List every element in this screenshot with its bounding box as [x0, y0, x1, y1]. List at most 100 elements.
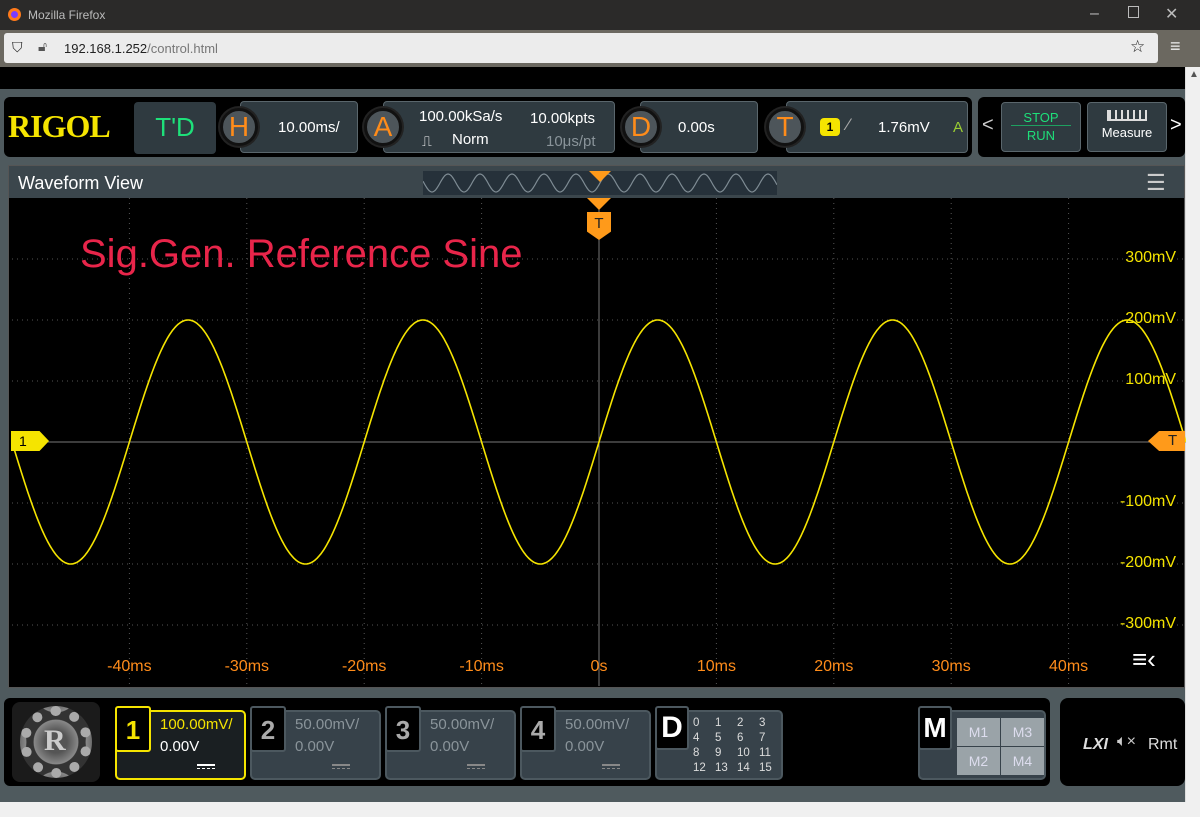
minimize-button[interactable]: –	[1090, 5, 1099, 23]
x-tick-label: -10ms	[459, 658, 504, 675]
trigger-position-marker[interactable]: T	[587, 198, 611, 248]
sample-rate: 100.00kSa/s	[419, 108, 503, 125]
digital-bit: 11	[759, 747, 771, 759]
x-tick-label: -20ms	[341, 658, 387, 675]
speaker-muted-icon[interactable]: 🔈︎×	[1117, 733, 1136, 751]
rigol-home-gear-icon[interactable]: R	[12, 702, 100, 782]
digital-bit: 9	[715, 747, 722, 759]
delay-value: 0.00s	[678, 119, 715, 136]
acq-mode: Norm	[452, 131, 489, 148]
y-tick-label: 200mV	[1125, 310, 1176, 327]
math-item-m3[interactable]: M3	[1001, 718, 1044, 746]
measure-label: Measure	[1101, 125, 1153, 140]
vertical-scrollbar[interactable]: ▲	[1185, 67, 1200, 802]
trigger-panel[interactable]	[786, 101, 968, 153]
channel-3-number: 3	[385, 706, 421, 752]
waveform-menu-icon[interactable]: ☰	[1146, 170, 1166, 196]
time-per-point: 10μs/pt	[546, 133, 596, 150]
channel-4-scale: 50.00mV/	[565, 716, 630, 733]
y-tick-label: 100mV	[1125, 371, 1176, 388]
digital-bit: 4	[693, 732, 700, 744]
digital-bits: 0 1 2 3 4 5 6 7 8 9 10 11 12 13 14 15	[693, 716, 781, 776]
digital-bit: 13	[715, 762, 728, 774]
trigger-source-badge: 1	[820, 118, 840, 136]
stop-label: STOP	[1011, 110, 1071, 126]
digital-bit: 1	[715, 717, 722, 729]
annotation-text: Sig.Gen. Reference Sine	[80, 232, 523, 276]
horizontal-scrollbar[interactable]	[0, 802, 1200, 817]
channel-2-scale: 50.00mV/	[295, 716, 360, 733]
x-tick-label: 30ms	[931, 658, 971, 675]
x-tick-label: 20ms	[814, 658, 854, 675]
memory-overview-bar[interactable]	[423, 171, 777, 195]
h-button[interactable]: H	[220, 108, 258, 146]
digital-bit: 8	[693, 747, 700, 759]
y-tick-label: -300mV	[1119, 615, 1176, 632]
digital-bit: 3	[759, 717, 766, 729]
channel-3-scale: 50.00mV/	[430, 716, 495, 733]
digital-bit: 10	[737, 747, 750, 759]
channel-1-offset: 0.00V	[160, 738, 200, 755]
run-stop-button[interactable]: STOP RUN	[1001, 102, 1081, 152]
maximize-button[interactable]	[1128, 6, 1139, 18]
y-tick-label: -100mV	[1119, 493, 1176, 510]
math-item-m2[interactable]: M2	[957, 747, 1000, 775]
math-item-m1[interactable]: M1	[957, 718, 1000, 746]
y-tick-label: -200mV	[1119, 554, 1176, 571]
timebase-value: 10.00ms/	[278, 119, 340, 136]
math-label: M	[918, 706, 952, 750]
scroll-left-button[interactable]: <	[982, 114, 994, 137]
x-tick-label: 0s	[590, 658, 608, 675]
memory-depth: 10.00kpts	[530, 110, 596, 127]
digital-bit: 14	[737, 762, 750, 774]
digital-label: D	[655, 706, 689, 750]
scroll-right-button[interactable]: >	[1170, 114, 1182, 137]
channel-4-offset: 0.00V	[565, 738, 605, 755]
y-tick-label: 300mV	[1125, 249, 1176, 266]
dc-coupling-icon	[467, 764, 485, 769]
rigol-logo: RIGOL	[8, 108, 111, 144]
t-button[interactable]: T	[766, 108, 804, 146]
trigger-level: 1.76mV	[878, 119, 930, 136]
dc-coupling-icon	[332, 764, 350, 769]
menu-icon[interactable]: ≡	[1170, 36, 1181, 57]
shield-icon: ⛉	[12, 39, 23, 55]
close-button[interactable]: ✕	[1165, 4, 1178, 24]
digital-bit: 7	[759, 732, 766, 744]
channel-4-number: 4	[520, 706, 556, 752]
channel-1-number: 1	[115, 706, 151, 752]
measure-button[interactable]: Measure	[1087, 102, 1167, 152]
digital-bit: 12	[693, 762, 706, 774]
dc-coupling-icon	[602, 764, 620, 769]
a-button[interactable]: A	[364, 108, 402, 146]
url-path: /control.html	[147, 41, 218, 56]
digital-bit: 6	[737, 732, 744, 744]
ruler-icon	[1107, 110, 1147, 121]
bookmark-star-icon[interactable]: ☆	[1130, 37, 1145, 57]
x-tick-label: 10ms	[696, 658, 736, 675]
url-host: 192.168.1.252	[64, 41, 148, 56]
acq-pulse-icon: ⎍	[422, 133, 432, 149]
channel-3-offset: 0.00V	[430, 738, 470, 755]
collapse-panel-icon[interactable]: ≡‹	[1132, 644, 1156, 675]
insecure-lock-icon[interactable]: 🔓︎	[38, 38, 47, 55]
d-button[interactable]: D	[622, 108, 660, 146]
waveform-view-title: Waveform View	[18, 173, 144, 193]
url-field[interactable]: ⛉ 🔓︎ 192.168.1.252/control.html ☆	[4, 33, 1158, 63]
remote-status: Rmt	[1148, 736, 1178, 753]
math-item-m4[interactable]: M4	[1001, 747, 1044, 775]
run-label: RUN	[1026, 128, 1056, 143]
x-tick-label: -40ms	[107, 658, 152, 675]
td-button[interactable]: T'D	[134, 102, 216, 154]
lxi-logo: LXI	[1083, 736, 1108, 753]
browser-titlebar: Mozilla Firefox – ✕	[0, 0, 1200, 30]
dc-coupling-icon	[197, 764, 215, 769]
channel-2-offset: 0.00V	[295, 738, 335, 755]
x-tick-label: 40ms	[1049, 658, 1089, 675]
trigger-status: A	[953, 119, 964, 136]
x-tick-label: -30ms	[224, 658, 270, 675]
digital-bit: 15	[759, 762, 772, 774]
rising-edge-icon: ⁄	[847, 115, 850, 134]
window-title: Mozilla Firefox	[28, 8, 106, 22]
digital-bit: 5	[715, 732, 722, 744]
